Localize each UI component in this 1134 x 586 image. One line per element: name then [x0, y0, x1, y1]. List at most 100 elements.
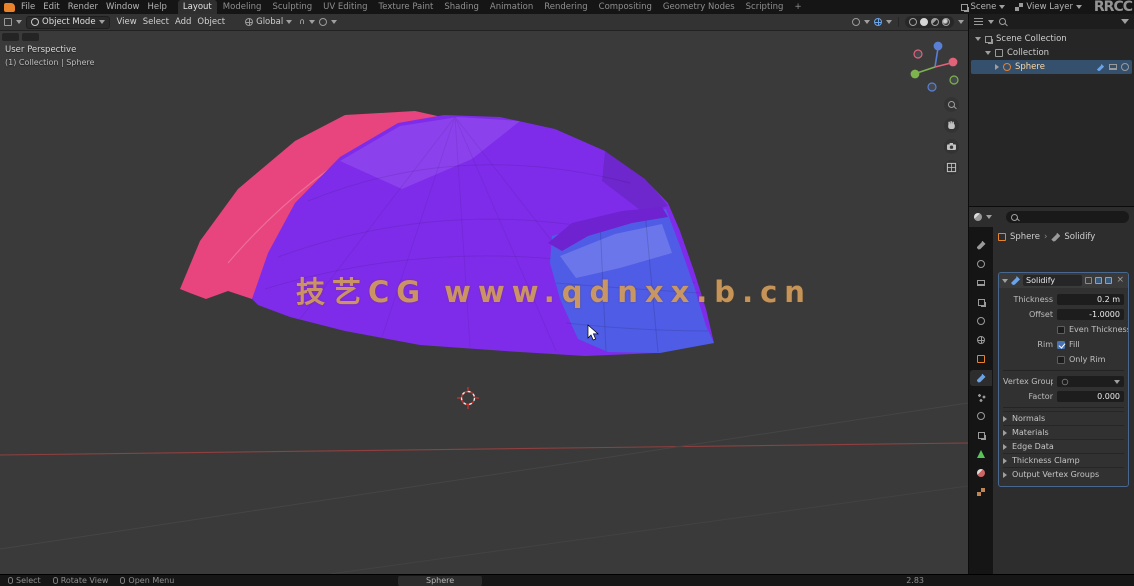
- properties-tab-scene[interactable]: [970, 313, 992, 329]
- filter-icon[interactable]: [1121, 19, 1129, 24]
- viewport-canvas[interactable]: User Perspective (1) Collection | Sphere…: [0, 31, 968, 574]
- pan-button[interactable]: [944, 118, 959, 133]
- rim-fill-checkbox[interactable]: [1057, 341, 1065, 349]
- remove-modifier-button[interactable]: ×: [1115, 276, 1125, 285]
- modifier-name-field[interactable]: Solidify: [1023, 275, 1082, 286]
- shading-solid-button[interactable]: [920, 18, 928, 26]
- chevron-down-icon: [864, 20, 870, 24]
- statusbar-hint: Select: [8, 576, 41, 585]
- display-edit-mode-toggle[interactable]: [1085, 277, 1092, 284]
- workspace-tab-layout[interactable]: Layout: [178, 0, 217, 14]
- display-render-toggle[interactable]: [1105, 277, 1112, 284]
- properties-tab-constraints[interactable]: [970, 427, 992, 443]
- scene-icon: [961, 4, 968, 11]
- properties-search-input[interactable]: [1006, 211, 1129, 223]
- modifier-section-output-vertex-groups[interactable]: Output Vertex Groups: [1003, 467, 1124, 481]
- modifier-header[interactable]: Solidify ×: [999, 273, 1128, 288]
- dome-mesh-object[interactable]: [180, 111, 714, 356]
- outliner-header: [969, 14, 1134, 29]
- viewport-menu-select[interactable]: Select: [140, 17, 172, 27]
- viewport-menu-view[interactable]: View: [114, 17, 140, 27]
- view-layer-selector[interactable]: View Layer: [1015, 2, 1082, 12]
- transform-orientation-dropdown[interactable]: Global: [242, 17, 295, 27]
- blender-logo-icon[interactable]: [4, 3, 15, 12]
- breadcrumb-modifier[interactable]: Solidify: [1064, 232, 1095, 242]
- workspace-tab-animation[interactable]: Animation: [485, 0, 538, 14]
- modifier-section-normals[interactable]: Normals: [1003, 411, 1124, 425]
- x-axis-handle: [949, 58, 958, 67]
- properties-tab-texture[interactable]: [970, 484, 992, 500]
- outliner-row-sphere[interactable]: Sphere: [971, 60, 1132, 74]
- workspace-tab-rendering[interactable]: Rendering: [539, 0, 592, 14]
- camera-view-button[interactable]: [944, 139, 959, 154]
- globe-icon: [245, 18, 253, 26]
- modifier-section-edge-data[interactable]: Edge Data: [1003, 439, 1124, 453]
- shading-wireframe-button[interactable]: [909, 18, 917, 26]
- workspace-tab-compositing[interactable]: Compositing: [594, 0, 657, 14]
- modifier-section-materials[interactable]: Materials: [1003, 425, 1124, 439]
- workspace-tab-scripting[interactable]: Scripting: [741, 0, 789, 14]
- properties-tab-material[interactable]: [970, 465, 992, 481]
- modifier-section-thickness-clamp[interactable]: Thickness Clamp: [1003, 453, 1124, 467]
- add-workspace-button[interactable]: +: [790, 2, 805, 12]
- menu-window[interactable]: Window: [102, 0, 144, 14]
- menu-render[interactable]: Render: [64, 0, 102, 14]
- workspace-tab-uv-editing[interactable]: UV Editing: [318, 0, 372, 14]
- workspace-tab-geometry-nodes[interactable]: Geometry Nodes: [658, 0, 740, 14]
- vertex-group-field[interactable]: [1057, 376, 1124, 387]
- collapse-icon[interactable]: [1002, 279, 1008, 283]
- properties-tab-view-layer[interactable]: [970, 294, 992, 310]
- expand-icon[interactable]: [995, 64, 999, 70]
- hide-in-render-icon[interactable]: [1121, 63, 1129, 71]
- outliner-editor-icon[interactable]: [974, 18, 983, 26]
- tool-tab-icon: [977, 241, 986, 250]
- menu-edit[interactable]: Edit: [39, 0, 63, 14]
- output-tab-icon: [977, 280, 985, 286]
- menu-file[interactable]: File: [17, 0, 39, 14]
- shading-rendered-button[interactable]: [942, 18, 950, 26]
- snap-magnet-icon[interactable]: ∩: [299, 18, 305, 26]
- scene-selector[interactable]: Scene: [961, 2, 1006, 12]
- display-viewport-toggle[interactable]: [1095, 277, 1102, 284]
- only-rim-checkbox[interactable]: [1057, 356, 1065, 364]
- zoom-button[interactable]: [944, 97, 959, 112]
- expand-icon[interactable]: [975, 37, 981, 41]
- workspace-tab-shading[interactable]: Shading: [439, 0, 484, 14]
- offset-field[interactable]: -1.0000: [1057, 309, 1124, 320]
- editor-type-icon[interactable]: [4, 18, 12, 26]
- outliner-row-scene-collection[interactable]: Scene Collection: [971, 32, 1132, 46]
- shading-material-button[interactable]: [931, 18, 939, 26]
- viewport-menu-object[interactable]: Object: [194, 17, 228, 27]
- properties-tab-tool[interactable]: [970, 237, 992, 253]
- properties-tab-world[interactable]: [970, 332, 992, 348]
- navigation-gizmo[interactable]: [905, 35, 963, 93]
- even-thickness-checkbox[interactable]: [1057, 326, 1065, 334]
- properties-tab-render[interactable]: [970, 256, 992, 272]
- outliner-row-collection[interactable]: Collection: [971, 46, 1132, 60]
- thickness-field[interactable]: 0.2 m: [1057, 294, 1124, 305]
- viewport-menu-add[interactable]: Add: [172, 17, 194, 27]
- gizmos-toggle-icon[interactable]: [852, 18, 860, 26]
- properties-tab-data[interactable]: [970, 446, 992, 462]
- workspace-tab-modeling[interactable]: Modeling: [218, 0, 267, 14]
- properties-tab-modifiers[interactable]: [970, 370, 992, 386]
- menu-help[interactable]: Help: [143, 0, 170, 14]
- mode-dropdown[interactable]: Object Mode: [26, 16, 110, 29]
- breadcrumb-object[interactable]: Sphere: [1010, 232, 1040, 242]
- proportional-editing-icon[interactable]: [319, 18, 327, 26]
- workspace-tab-sculpting[interactable]: Sculpting: [267, 0, 317, 14]
- factor-field[interactable]: 0.000: [1057, 391, 1124, 402]
- hide-in-viewport-icon[interactable]: [1109, 64, 1117, 70]
- properties-tab-object[interactable]: [970, 351, 992, 367]
- overlays-toggle-icon[interactable]: [874, 18, 882, 26]
- chevron-down-icon: [999, 5, 1005, 9]
- expand-icon: [1003, 416, 1007, 422]
- search-icon[interactable]: [999, 18, 1006, 25]
- toggle-ortho-button[interactable]: [944, 160, 959, 175]
- expand-icon[interactable]: [985, 51, 991, 55]
- properties-editor-icon[interactable]: [974, 213, 982, 221]
- properties-tab-particles[interactable]: [970, 389, 992, 405]
- properties-tab-output[interactable]: [970, 275, 992, 291]
- workspace-tab-texture-paint[interactable]: Texture Paint: [374, 0, 439, 14]
- properties-tab-physics[interactable]: [970, 408, 992, 424]
